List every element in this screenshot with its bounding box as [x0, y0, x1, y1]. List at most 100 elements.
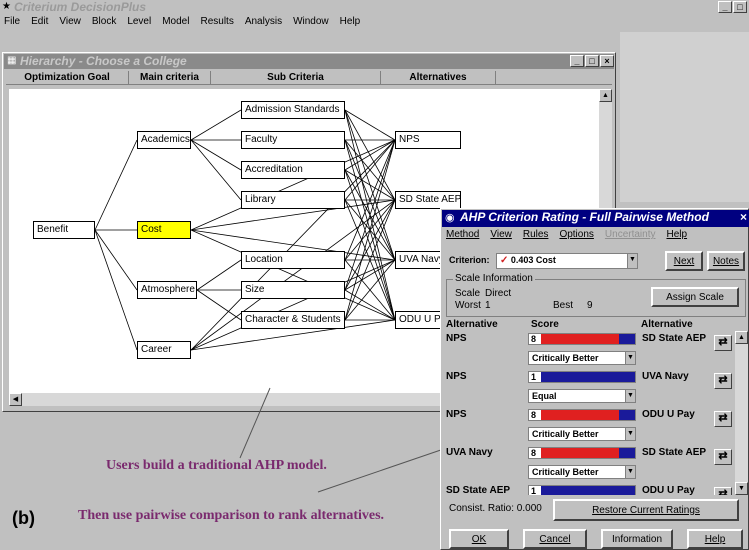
menu-item-edit[interactable]: Edit [31, 16, 48, 27]
verdict-dropdown[interactable]: Critically Better ▼ [528, 351, 636, 365]
hierarchy-link [190, 109, 242, 141]
ahp-menu-item-view[interactable]: View [490, 229, 512, 240]
score-value: 1 [529, 372, 541, 382]
swap-arrows-icon: ⇄ [718, 488, 728, 495]
ahp-close-icon[interactable]: × [740, 210, 747, 224]
ahp-menu-item-method[interactable]: Method [446, 229, 479, 240]
annotation-model: Users build a traditional AHP model. [106, 458, 327, 473]
hierarchy-link [344, 139, 396, 291]
node-character-students[interactable]: Character & Students [241, 311, 345, 329]
hierarchy-minimize-button[interactable]: _ [570, 55, 584, 67]
ahp-menu-item-rules[interactable]: Rules [523, 229, 549, 240]
scale-label: Scale [455, 288, 481, 299]
node-alt-sd-state-aep[interactable]: SD State AEP [395, 191, 461, 209]
hierarchy-link [196, 259, 242, 291]
swap-button[interactable]: ⇄ [714, 411, 732, 427]
node-atmosphere[interactable]: Atmosphere [137, 281, 197, 299]
menu-item-analysis[interactable]: Analysis [245, 16, 282, 27]
score-bar[interactable]: 1 [528, 485, 636, 495]
column-header-alternatives[interactable]: Alternatives [381, 71, 496, 85]
ahp-vscrollbar[interactable]: ▲ ▼ [735, 331, 748, 495]
score-bar[interactable]: 8 [528, 447, 636, 459]
swap-button[interactable]: ⇄ [714, 335, 732, 351]
score-value: 8 [529, 448, 541, 458]
verdict-dropdown[interactable]: Equal ▼ [528, 389, 636, 403]
ahp-menu-item-options[interactable]: Options [559, 229, 593, 240]
node-admission-standards[interactable]: Admission Standards [241, 101, 345, 119]
criterion-dropdown[interactable]: ✓ 0.403 Cost ▼ [496, 253, 638, 269]
row-left-alternative: SD State AEP [446, 485, 511, 495]
score-bar[interactable]: 1 [528, 371, 636, 383]
menu-item-file[interactable]: File [4, 16, 20, 27]
node-accreditation[interactable]: Accreditation [241, 161, 345, 179]
scroll-up-arrow[interactable]: ▲ [599, 89, 612, 102]
node-career[interactable]: Career [137, 341, 191, 359]
column-header-main[interactable]: Main criteria [129, 71, 211, 85]
node-cost[interactable]: Cost [137, 221, 191, 239]
hierarchy-icon: ▦ [7, 55, 17, 66]
node-library[interactable]: Library [241, 191, 345, 209]
verdict-value: Critically Better [532, 467, 599, 477]
node-faculty[interactable]: Faculty [241, 131, 345, 149]
annotation-pairwise: Then use pairwise comparison to rank alt… [78, 508, 385, 523]
swap-button[interactable]: ⇄ [714, 373, 732, 389]
next-button[interactable]: Next [665, 251, 703, 271]
node-goal[interactable]: Benefit [33, 221, 95, 239]
header-alternative: Alternative [446, 319, 498, 330]
swap-arrows-icon: ⇄ [718, 450, 728, 462]
menu-item-model[interactable]: Model [162, 16, 189, 27]
hierarchy-link [344, 259, 396, 291]
menu-item-block[interactable]: Block [92, 16, 116, 27]
hierarchy-maximize-button[interactable]: □ [585, 55, 599, 67]
row-right-alternative: SD State AEP [642, 447, 707, 458]
menu-item-help[interactable]: Help [340, 16, 361, 27]
swap-button[interactable]: ⇄ [714, 449, 732, 465]
column-header-sub[interactable]: Sub Criteria [211, 71, 381, 85]
restore-ratings-button[interactable]: Restore Current Ratings [553, 499, 739, 521]
node-alt-nps[interactable]: NPS [395, 131, 461, 149]
node-size[interactable]: Size [241, 281, 345, 299]
criterion-value: 0.403 Cost [510, 255, 556, 265]
verdict-value: Equal [532, 391, 557, 401]
menu-item-level[interactable]: Level [127, 16, 151, 27]
score-bar[interactable]: 8 [528, 409, 636, 421]
cancel-button[interactable]: Cancel [523, 529, 587, 549]
column-header-goal[interactable]: Optimization Goal [6, 71, 129, 85]
hierarchy-title: Hierarchy - Choose a College [20, 54, 187, 68]
node-location[interactable]: Location [241, 251, 345, 269]
worst-label: Worst [455, 300, 481, 311]
verdict-dropdown[interactable]: Critically Better ▼ [528, 465, 636, 479]
menu-item-view[interactable]: View [59, 16, 81, 27]
ahp-dialog: ◉ AHP Criterion Rating - Full Pairwise M… [440, 208, 749, 550]
ahp-menu-item-uncertainty[interactable]: Uncertainty [605, 229, 656, 240]
ahp-scroll-up-arrow[interactable]: ▲ [735, 331, 748, 344]
restore-button[interactable]: □ [733, 1, 747, 13]
hierarchy-close-button[interactable]: × [600, 55, 614, 67]
information-button[interactable]: Information [601, 529, 673, 549]
hierarchy-link [190, 139, 396, 231]
assign-scale-button[interactable]: Assign Scale [651, 287, 739, 307]
menu-item-window[interactable]: Window [293, 16, 329, 27]
verdict-dropdown[interactable]: Critically Better ▼ [528, 427, 636, 441]
chevron-down-icon: ▼ [625, 390, 635, 402]
ahp-menu-item-help[interactable]: Help [666, 229, 687, 240]
minimize-button[interactable]: _ [718, 1, 732, 13]
scroll-left-arrow[interactable]: ◀ [9, 393, 22, 406]
swap-arrows-icon: ⇄ [718, 412, 728, 424]
scale-value: Direct [485, 288, 512, 299]
ahp-scroll-down-arrow[interactable]: ▼ [735, 482, 748, 495]
node-academics[interactable]: Academics [137, 131, 191, 149]
row-right-alternative: UVA Navy [642, 371, 689, 382]
ok-button[interactable]: OK [449, 529, 509, 549]
consistency-ratio: Consist. Ratio: 0.000 [449, 503, 542, 514]
verdict-value: Critically Better [532, 353, 599, 363]
notes-button[interactable]: Notes [707, 251, 745, 271]
workspace-background [620, 32, 749, 202]
swap-arrows-icon: ⇄ [718, 336, 728, 348]
score-value: 8 [529, 410, 541, 420]
swap-button[interactable]: ⇄ [714, 487, 732, 495]
help-button[interactable]: Help [687, 529, 743, 549]
menu-item-results[interactable]: Results [200, 16, 233, 27]
score-bar[interactable]: 8 [528, 333, 636, 345]
header-alternative-right: Alternative [641, 319, 693, 330]
